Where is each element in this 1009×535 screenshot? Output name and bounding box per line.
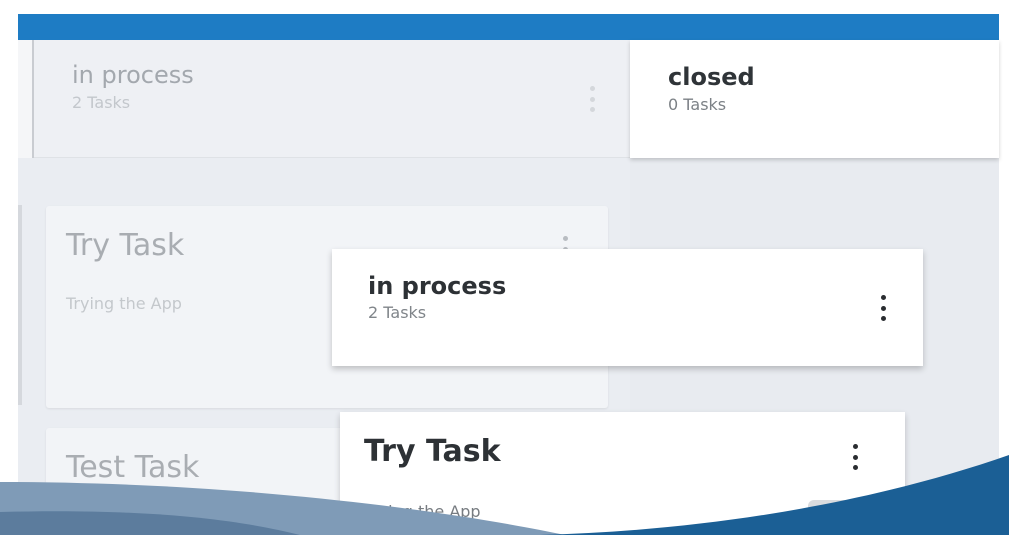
- kanban-board-screenshot: in process 2 Tasks closed 0 Tasks Try Ta…: [0, 0, 1009, 535]
- decorative-swoosh-graphic: [0, 455, 1009, 535]
- swoosh-dark: [540, 455, 1009, 535]
